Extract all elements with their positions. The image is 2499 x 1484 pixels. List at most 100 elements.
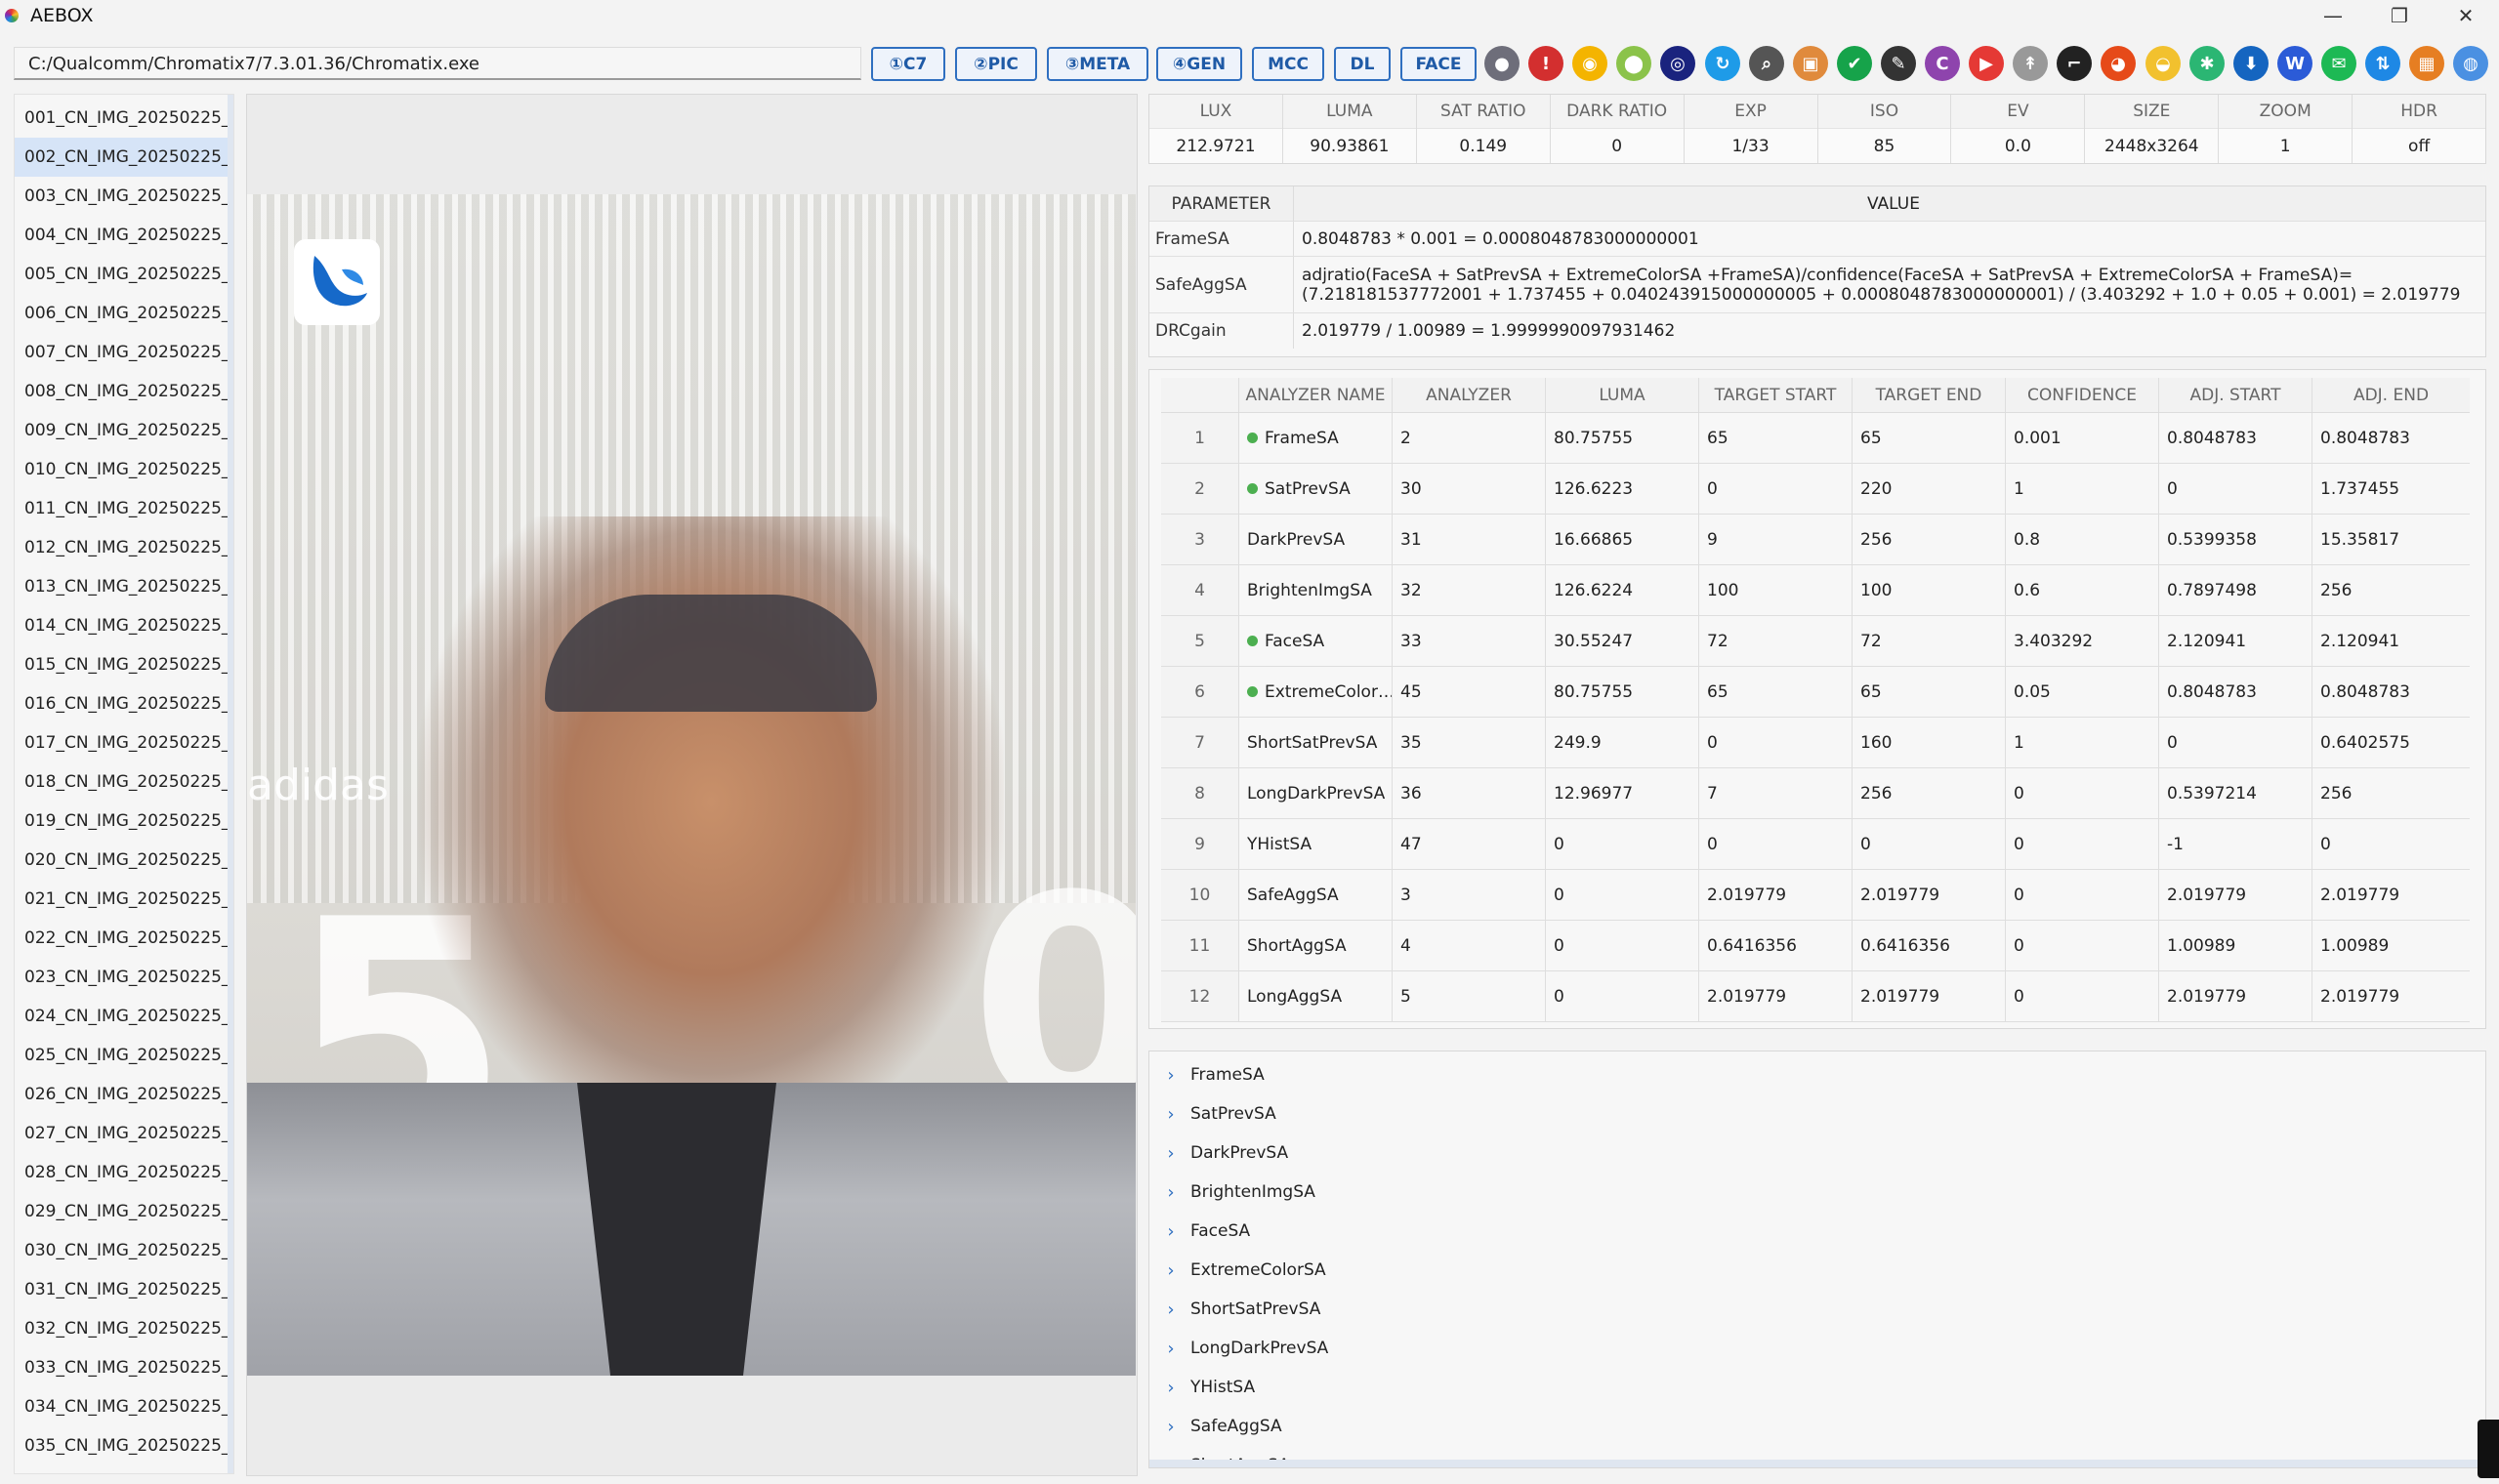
file-list-item[interactable]: 009_CN_IMG_20250225_1 <box>15 411 233 450</box>
file-list-item[interactable]: 010_CN_IMG_20250225_1 <box>15 450 233 489</box>
table-row[interactable]: 6 ExtremeColor… 45 80.75755 65 65 0.05 0.804878… <box>1161 667 2470 718</box>
column-header[interactable] <box>1161 378 1239 412</box>
file-list-item[interactable]: 035_CN_IMG_20250225_1 <box>15 1426 233 1465</box>
tree-node[interactable]: › SatPrevSA <box>1149 1094 2485 1134</box>
column-header[interactable]: TARGET START <box>1699 378 1853 412</box>
file-list-item[interactable]: 013_CN_IMG_20250225_1 <box>15 567 233 606</box>
chevron-right-icon[interactable]: › <box>1159 1339 1183 1359</box>
chevron-right-icon[interactable]: › <box>1159 1378 1183 1398</box>
camera-icon[interactable]: ◎ <box>1660 46 1695 81</box>
table-row[interactable]: 12 LongAggSA 5 0 2.019779 2.019779 0 2.019779 2.… <box>1161 971 2470 1022</box>
chevron-right-icon[interactable]: › <box>1159 1104 1183 1125</box>
tree-node[interactable]: › ShortSatPrevSA <box>1149 1290 2485 1329</box>
video-icon[interactable]: ▶ <box>1969 46 2004 81</box>
pic-button[interactable]: ②PIC <box>955 47 1037 81</box>
column-header[interactable]: LUMA <box>1546 378 1699 412</box>
browser-icon[interactable]: ◕ <box>2101 46 2136 81</box>
c-app-icon[interactable]: C <box>1925 46 1960 81</box>
column-header[interactable]: ADJ. START <box>2159 378 2312 412</box>
file-list-item[interactable]: 014_CN_IMG_20250225_1 <box>15 606 233 645</box>
file-list-item[interactable]: 011_CN_IMG_20250225_1 <box>15 489 233 528</box>
c7-button[interactable]: ①C7 <box>871 47 945 81</box>
file-list-item[interactable]: 022_CN_IMG_20250225_1 <box>15 919 233 958</box>
chevron-right-icon[interactable]: › <box>1159 1299 1183 1320</box>
tree-node[interactable]: › FrameSA <box>1149 1055 2485 1094</box>
column-header[interactable]: ANALYZER NAME <box>1239 378 1393 412</box>
meta-button[interactable]: ③META <box>1047 47 1148 81</box>
file-list-item[interactable]: 018_CN_IMG_20250225_1 <box>15 763 233 802</box>
file-list-item[interactable]: 033_CN_IMG_20250225_1 <box>15 1348 233 1387</box>
file-list-item[interactable]: 008_CN_IMG_20250225_1 <box>15 372 233 411</box>
file-list-item[interactable]: 012_CN_IMG_20250225_1 <box>15 528 233 567</box>
dl-button[interactable]: DL <box>1334 47 1391 81</box>
minimize-icon[interactable]: — <box>2300 0 2366 31</box>
file-list-item[interactable]: 021_CN_IMG_20250225_1 <box>15 880 233 919</box>
file-list-item[interactable]: 028_CN_IMG_20250225_1 <box>15 1153 233 1192</box>
file-list-item[interactable]: 030_CN_IMG_20250225_1 <box>15 1231 233 1270</box>
file-list-item[interactable]: 026_CN_IMG_20250225_1 <box>15 1075 233 1114</box>
side-handle[interactable] <box>2478 1420 2499 1478</box>
file-list-item[interactable]: 007_CN_IMG_20250225_1 <box>15 333 233 372</box>
gen-button[interactable]: ④GEN <box>1156 47 1242 81</box>
file-list-item[interactable]: 034_CN_IMG_20250225_1 <box>15 1387 233 1426</box>
transfer-icon[interactable]: ⇅ <box>2365 46 2400 81</box>
chat-icon[interactable]: ✉ <box>2321 46 2356 81</box>
file-list-item[interactable]: 023_CN_IMG_20250225_1 <box>15 958 233 997</box>
file-list-item[interactable]: 004_CN_IMG_20250225_1 <box>15 216 233 255</box>
tree-node[interactable]: › FaceSA <box>1149 1212 2485 1251</box>
file-list-item[interactable]: 020_CN_IMG_20250225_1 <box>15 841 233 880</box>
column-header[interactable]: ADJ. END <box>2312 378 2470 412</box>
table-row[interactable]: 3 DarkPrevSA 31 16.66865 9 256 0.8 0.5399358 15.… <box>1161 515 2470 565</box>
download-icon[interactable]: ⬇ <box>2233 46 2269 81</box>
search-icon[interactable]: ⌕ <box>1749 46 1784 81</box>
alert-icon[interactable]: ! <box>1528 46 1563 81</box>
column-header[interactable]: TARGET END <box>1853 378 2006 412</box>
table-row[interactable]: 7 ShortSatPrevSA 35 249.9 0 160 1 0 0.6402575 <box>1161 718 2470 768</box>
network-icon[interactable]: ◍ <box>2453 46 2488 81</box>
column-header[interactable]: CONFIDENCE <box>2006 378 2159 412</box>
table-row[interactable]: 1 FrameSA 2 80.75755 65 65 0.001 0.8048783 0.804… <box>1161 413 2470 464</box>
tree-node[interactable]: › BrightenImgSA <box>1149 1173 2485 1212</box>
apps-grid-icon[interactable]: ▦ <box>2409 46 2444 81</box>
check-icon[interactable]: ✔ <box>1837 46 1872 81</box>
chevron-right-icon[interactable]: › <box>1159 1260 1183 1281</box>
column-header[interactable]: ANALYZER <box>1393 378 1546 412</box>
tree-node[interactable]: › ExtremeColorSA <box>1149 1251 2485 1290</box>
crop-icon[interactable]: ⌐ <box>2057 46 2092 81</box>
table-row[interactable]: 8 LongDarkPrevSA 36 12.96977 7 256 0 0.5397214 2… <box>1161 768 2470 819</box>
file-list-item[interactable]: 001_CN_IMG_20250225_1 <box>15 99 233 138</box>
chevron-right-icon[interactable]: › <box>1159 1221 1183 1242</box>
file-list-item[interactable]: 019_CN_IMG_20250225_1 <box>15 802 233 841</box>
map-icon[interactable]: ⬤ <box>1616 46 1651 81</box>
bulb-icon[interactable]: ◒ <box>2145 46 2181 81</box>
image-icon[interactable]: ▣ <box>1793 46 1828 81</box>
face-button[interactable]: FACE <box>1400 47 1477 81</box>
file-list-item[interactable]: 005_CN_IMG_20250225_1 <box>15 255 233 294</box>
user-icon[interactable]: ● <box>1484 46 1520 81</box>
table-row[interactable]: 10 SafeAggSA 3 0 2.019779 2.019779 0 2.019779 2.… <box>1161 870 2470 921</box>
file-list-item[interactable]: 024_CN_IMG_20250225_1 <box>15 997 233 1036</box>
file-list-item[interactable]: 002_CN_IMG_20250225_1 <box>15 138 233 177</box>
restore-icon[interactable]: ❐ <box>2366 0 2433 31</box>
gear-icon[interactable]: ✱ <box>2189 46 2225 81</box>
color-wheel-icon[interactable]: ◉ <box>1572 46 1607 81</box>
word-icon[interactable]: W <box>2277 46 2312 81</box>
refresh-icon[interactable]: ↻ <box>1705 46 1740 81</box>
chevron-right-icon[interactable]: › <box>1159 1182 1183 1203</box>
tree-node[interactable]: › LongDarkPrevSA <box>1149 1329 2485 1368</box>
chevron-right-icon[interactable]: › <box>1159 1417 1183 1437</box>
tree-scrollbar[interactable] <box>1149 1460 2485 1467</box>
file-list-item[interactable]: 029_CN_IMG_20250225_1 <box>15 1192 233 1231</box>
mcc-button[interactable]: MCC <box>1252 47 1324 81</box>
tree-node[interactable]: › SafeAggSA <box>1149 1407 2485 1446</box>
chevron-right-icon[interactable]: › <box>1159 1065 1183 1086</box>
file-list-item[interactable]: 016_CN_IMG_20250225_1 <box>15 684 233 723</box>
file-list-item[interactable]: 025_CN_IMG_20250225_1 <box>15 1036 233 1075</box>
file-list-item[interactable]: 032_CN_IMG_20250225_1 <box>15 1309 233 1348</box>
file-list-item[interactable]: 006_CN_IMG_20250225_1 <box>15 294 233 333</box>
file-list-item[interactable]: 027_CN_IMG_20250225_1 <box>15 1114 233 1153</box>
table-row[interactable]: 4 BrightenImgSA 32 126.6224 100 100 0.6 0.78974… <box>1161 565 2470 616</box>
exe-path-input[interactable]: C:/Qualcomm/Chromatix7/7.3.01.36/Chromat… <box>14 47 861 80</box>
file-list-item[interactable]: 003_CN_IMG_20250225_1 <box>15 177 233 216</box>
tuning-icon[interactable]: ↟ <box>2013 46 2048 81</box>
